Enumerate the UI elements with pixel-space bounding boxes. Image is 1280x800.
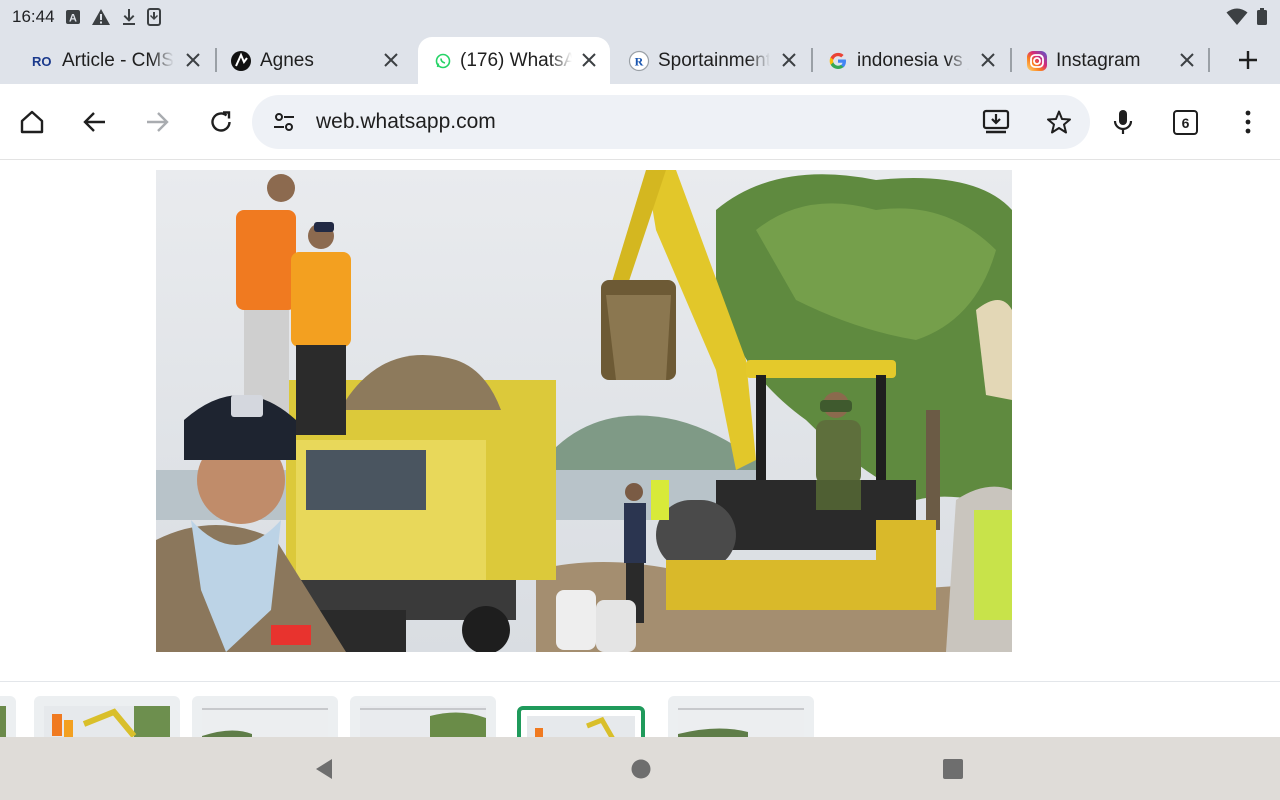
thumbnail-selected[interactable] — [517, 706, 645, 737]
address-bar[interactable]: web.whatsapp.com — [252, 95, 1090, 149]
status-bar: 16:44 A — [0, 0, 1280, 34]
thumbnail-image — [44, 706, 170, 737]
tab-strip: RO Article - CMS Agnes (176) WhatsApp R … — [0, 34, 1280, 84]
tab-article-cms[interactable]: RO Article - CMS — [0, 37, 216, 84]
close-icon[interactable] — [1178, 51, 1196, 69]
browser-toolbar: web.whatsapp.com 6 — [0, 84, 1280, 160]
thumbnail[interactable] — [350, 696, 496, 737]
thumbnail-image — [360, 706, 486, 737]
battery-icon — [1257, 8, 1267, 25]
bookmark-star-icon[interactable] — [1046, 109, 1072, 135]
status-system-icons — [1226, 8, 1268, 26]
svg-text:A: A — [69, 13, 77, 25]
nav-home-circle-icon[interactable] — [629, 757, 653, 781]
thumbnail-strip — [0, 696, 1280, 737]
forward-button[interactable] — [141, 106, 173, 138]
web-content — [0, 160, 1280, 737]
tab-whatsapp[interactable]: (176) WhatsApp — [418, 37, 610, 84]
home-button[interactable] — [16, 106, 48, 138]
media-viewer-photo[interactable] — [156, 170, 1012, 652]
system-navigation-bar — [0, 737, 1280, 800]
tab-title: (176) WhatsApp — [460, 50, 572, 71]
svg-text:RO: RO — [32, 54, 52, 68]
tab-title: Agnes — [260, 50, 314, 71]
status-notification-icons: A — [65, 8, 161, 26]
ro-logo-icon: RO — [32, 50, 54, 72]
whatsapp-icon — [432, 50, 454, 72]
svg-text:R: R — [635, 55, 644, 69]
tab-sportainment[interactable]: R Sportainment — [596, 37, 812, 84]
tab-agnes[interactable]: Agnes — [198, 37, 414, 84]
tab-switcher-button[interactable]: 6 — [1173, 110, 1198, 135]
thumbnail[interactable] — [668, 696, 814, 737]
thumbnail[interactable] — [0, 696, 16, 737]
thumbnail-image — [0, 706, 6, 737]
thumbnail-image — [202, 706, 328, 737]
install-app-icon[interactable] — [982, 108, 1010, 136]
more-vert-icon — [1245, 110, 1251, 134]
url-text[interactable]: web.whatsapp.com — [316, 110, 496, 134]
voice-search-button[interactable] — [1107, 106, 1139, 138]
thumbnail[interactable] — [34, 696, 180, 737]
home-icon — [20, 110, 44, 134]
tab-title: Instagram — [1056, 50, 1141, 71]
back-arrow-icon — [83, 112, 105, 132]
new-tab-plus-icon[interactable] — [1234, 46, 1262, 74]
thumbnail-image — [527, 716, 635, 737]
a-badge-icon: A — [65, 10, 80, 25]
status-time: 16:44 — [12, 7, 55, 26]
tab-title: indonesia vs jepang — [857, 50, 969, 71]
close-icon[interactable] — [382, 51, 400, 69]
tab-instagram[interactable]: Instagram — [994, 37, 1210, 84]
agnes-logo-icon — [230, 50, 252, 72]
thumbnail-image — [678, 706, 804, 737]
reload-button[interactable] — [205, 106, 237, 138]
back-button[interactable] — [79, 106, 111, 138]
update-icon — [146, 8, 161, 26]
download-icon — [122, 9, 135, 25]
tab-title: Article - CMS — [62, 50, 174, 71]
menu-button[interactable] — [1232, 106, 1264, 138]
warning-icon — [91, 9, 110, 25]
google-icon — [827, 50, 849, 72]
reload-icon — [211, 111, 231, 132]
site-settings-icon[interactable] — [272, 110, 296, 134]
thumbnail-divider — [0, 681, 1280, 682]
microphone-icon — [1113, 110, 1133, 134]
nav-recents-square-icon[interactable] — [941, 757, 965, 781]
sportainment-logo-icon: R — [628, 50, 650, 72]
tab-title: Sportainment — [658, 50, 770, 71]
wifi-icon — [1226, 8, 1248, 25]
instagram-icon — [1026, 50, 1048, 72]
cleanup-excavator-truck-photo — [156, 170, 1012, 652]
forward-arrow-icon — [147, 112, 169, 132]
tab-google-search[interactable]: indonesia vs jepang — [795, 37, 1011, 84]
nav-back-triangle-icon[interactable] — [312, 757, 336, 781]
tab-divider — [1208, 48, 1210, 72]
thumbnail[interactable] — [192, 696, 338, 737]
